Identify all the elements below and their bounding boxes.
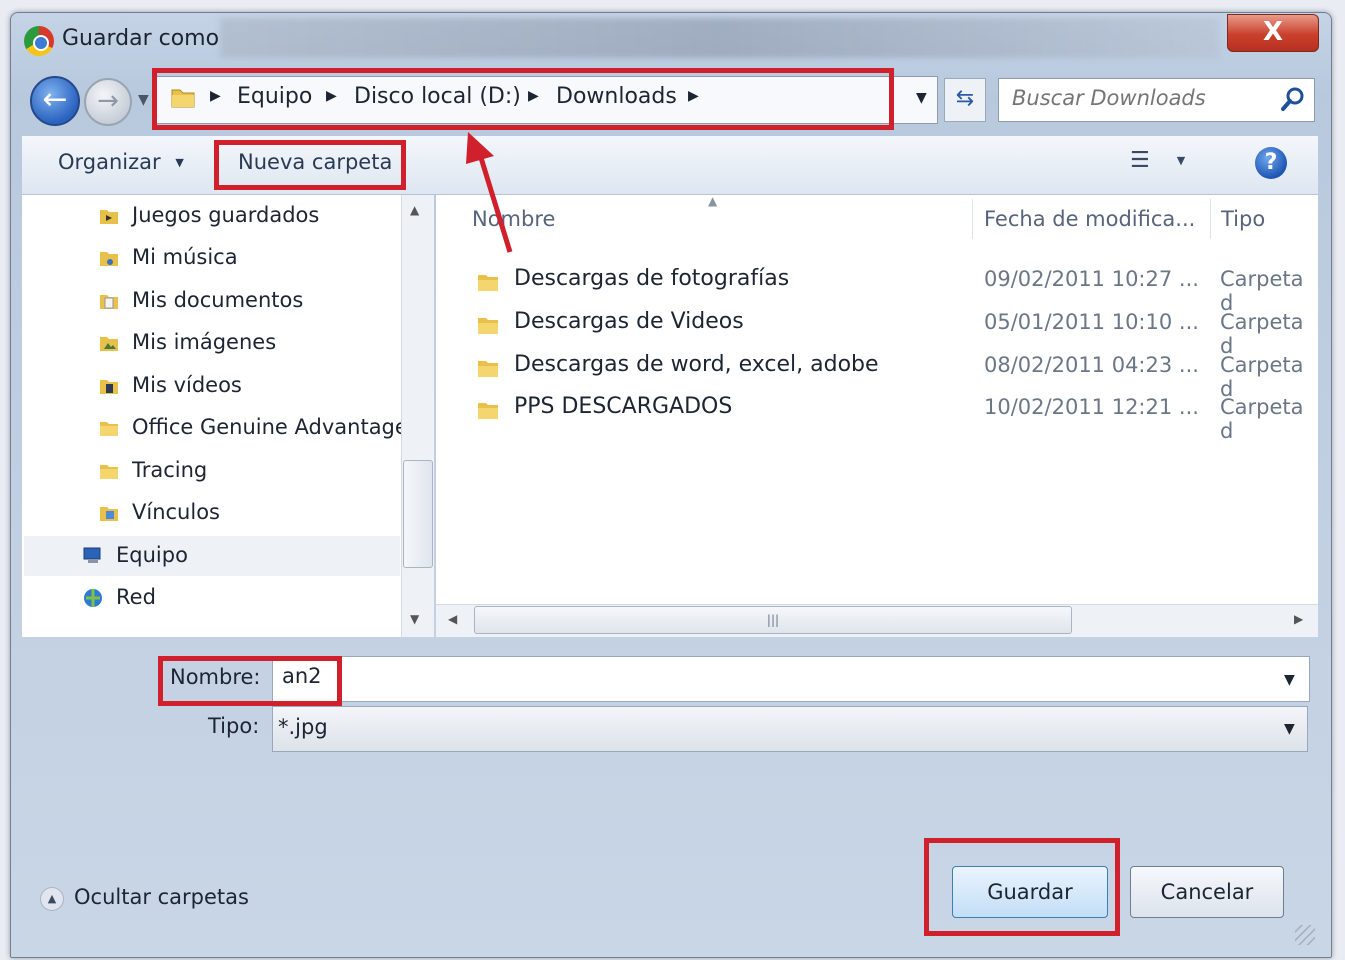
window-title: Guardar como xyxy=(62,26,220,51)
search-input[interactable] xyxy=(1012,86,1262,110)
folder-icon xyxy=(100,422,118,436)
recent-pages-dropdown[interactable]: ▼ xyxy=(138,92,149,108)
scroll-left-icon[interactable]: ◀ xyxy=(448,612,457,626)
chevron-up-icon: ▲ xyxy=(40,887,64,911)
videos-icon xyxy=(100,380,118,394)
folder-icon xyxy=(478,403,498,419)
links-icon xyxy=(100,507,118,521)
file-row[interactable]: Descargas de word, excel, adobe 08/02/20… xyxy=(476,352,1316,401)
cancel-button[interactable]: Cancelar xyxy=(1130,866,1284,918)
file-row[interactable]: Descargas de fotografías 09/02/2011 10:2… xyxy=(476,266,1316,315)
file-name: Descargas de word, excel, adobe xyxy=(514,352,879,377)
file-row[interactable]: PPS DESCARGADOS 10/02/2011 12:21 ... Car… xyxy=(476,394,1316,443)
file-type: Carpeta d xyxy=(1220,310,1304,358)
column-divider[interactable] xyxy=(972,199,973,239)
horizontal-scrollbar-thumb[interactable]: ||| xyxy=(474,606,1072,634)
chrome-icon xyxy=(24,26,54,56)
file-date: 08/02/2011 04:23 ... xyxy=(984,353,1199,377)
annotation-box-save xyxy=(924,838,1120,936)
refresh-button[interactable]: ⇆ xyxy=(944,78,986,122)
file-date: 05/01/2011 10:10 ... xyxy=(984,310,1199,334)
music-icon xyxy=(100,252,118,266)
views-button[interactable]: ☰ ▼ xyxy=(1130,148,1210,180)
nav-scrollbar-thumb[interactable] xyxy=(403,460,433,568)
pictures-icon xyxy=(100,337,118,351)
computer-icon xyxy=(83,547,101,563)
organize-label: Organizar xyxy=(58,150,161,174)
titlebar-background xyxy=(220,18,1220,58)
nav-item-label: Tracing xyxy=(132,458,208,482)
hide-folders-button[interactable]: ▲ Ocultar carpetas xyxy=(40,885,249,911)
type-select-value: *.jpg xyxy=(278,715,328,739)
refresh-icon: ⇆ xyxy=(955,86,975,111)
saved-games-icon xyxy=(100,210,118,224)
hide-folders-label: Ocultar carpetas xyxy=(74,885,249,909)
folder-icon xyxy=(478,275,498,291)
nav-section-band xyxy=(24,536,400,576)
annotation-box-address xyxy=(152,68,894,130)
column-header-tipo[interactable]: Tipo xyxy=(1221,207,1265,231)
name-dropdown-icon[interactable]: ▼ xyxy=(1284,672,1295,688)
file-name-input[interactable] xyxy=(282,664,1182,688)
help-button[interactable]: ? xyxy=(1255,147,1287,179)
file-type: Carpeta d xyxy=(1220,267,1304,315)
file-type: Carpeta d xyxy=(1220,395,1304,443)
scroll-down-icon[interactable]: ▼ xyxy=(410,612,419,626)
type-select[interactable] xyxy=(272,706,1308,752)
folder-icon xyxy=(478,361,498,377)
documents-icon xyxy=(100,295,118,309)
forward-arrow-icon: → xyxy=(97,86,119,116)
annotation-box-new-folder xyxy=(214,140,406,190)
file-name: Descargas de Videos xyxy=(514,309,744,334)
column-header-fecha[interactable]: Fecha de modifica... xyxy=(984,207,1195,231)
close-button[interactable]: X xyxy=(1227,14,1319,52)
back-arrow-icon: ← xyxy=(42,82,68,117)
sort-indicator-icon: ▲ xyxy=(708,194,718,208)
folder-icon xyxy=(100,465,118,479)
nav-item-label: Mis vídeos xyxy=(132,373,242,397)
column-divider[interactable] xyxy=(1210,199,1211,239)
details-view-icon: ☰ xyxy=(1130,148,1150,173)
annotation-box-name xyxy=(158,656,342,706)
nav-item-label: Mis documentos xyxy=(132,288,304,312)
scroll-right-icon[interactable]: ▶ xyxy=(1294,612,1303,626)
nav-scrollbar[interactable] xyxy=(401,195,434,637)
folder-icon xyxy=(478,318,498,334)
nav-item-label: Mi música xyxy=(132,245,238,269)
nav-item-label: Equipo xyxy=(116,543,188,567)
type-label: Tipo: xyxy=(208,714,260,738)
nav-item-label: Vínculos xyxy=(132,500,220,524)
nav-item-label: Red xyxy=(116,585,156,609)
resize-grip[interactable] xyxy=(1295,925,1315,945)
annotation-arrow-icon xyxy=(466,132,513,253)
forward-button[interactable]: → xyxy=(84,78,132,126)
type-dropdown-icon[interactable]: ▼ xyxy=(1284,721,1295,737)
file-date: 09/02/2011 10:27 ... xyxy=(984,267,1199,291)
file-date: 10/02/2011 12:21 ... xyxy=(984,395,1199,419)
network-icon xyxy=(84,589,102,607)
chevron-down-icon: ▼ xyxy=(1176,154,1186,167)
back-button[interactable]: ← xyxy=(30,76,80,126)
scroll-up-icon[interactable]: ▲ xyxy=(410,203,419,217)
file-row[interactable]: Descargas de Videos 05/01/2011 10:10 ...… xyxy=(476,309,1316,358)
nav-item-label: Office Genuine Advantage xyxy=(132,415,408,439)
chevron-down-icon: ▼ xyxy=(175,156,184,169)
file-name: Descargas de fotografías xyxy=(514,266,790,291)
address-dropdown-icon[interactable]: ▼ xyxy=(916,90,927,106)
nav-item-label: Mis imágenes xyxy=(132,330,277,354)
nav-item-label: Juegos guardados xyxy=(132,203,320,227)
file-name: PPS DESCARGADOS xyxy=(514,394,733,419)
search-icon[interactable] xyxy=(1278,84,1308,114)
organize-button[interactable]: Organizar ▼ xyxy=(58,150,184,174)
